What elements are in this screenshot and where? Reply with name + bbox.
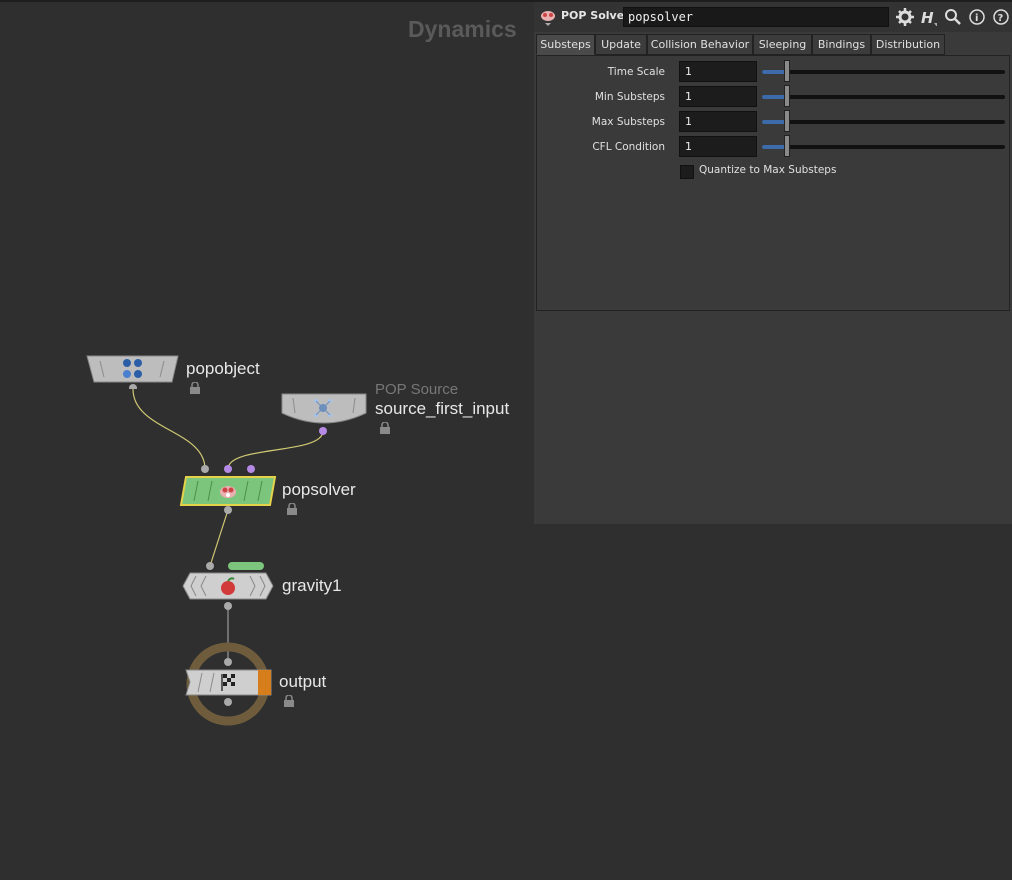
tab-distribution[interactable]: Distribution xyxy=(871,34,945,55)
cfl-condition-field[interactable]: 1 xyxy=(679,136,757,157)
min-substeps-slider-handle[interactable] xyxy=(784,85,790,107)
operator-type-label: POP Solver xyxy=(561,9,630,22)
time-scale-field[interactable]: 1 xyxy=(679,61,757,82)
tab-substeps[interactable]: Substeps xyxy=(536,34,595,55)
node-popobject[interactable] xyxy=(86,355,180,392)
lock-icon[interactable] xyxy=(379,422,391,434)
info-icon[interactable]: i xyxy=(968,8,986,26)
node-output[interactable] xyxy=(182,638,274,730)
time-scale-slider[interactable] xyxy=(762,60,1005,82)
lock-icon[interactable] xyxy=(286,503,298,515)
lock-icon[interactable] xyxy=(189,382,201,394)
particles-icon xyxy=(123,359,142,378)
tab-sleeping[interactable]: Sleeping xyxy=(753,34,812,55)
pop-solver-icon[interactable] xyxy=(539,8,557,28)
max-substeps-field[interactable]: 1 xyxy=(679,111,757,132)
max-substeps-slider-handle[interactable] xyxy=(784,110,790,132)
svg-text:i: i xyxy=(975,13,978,24)
node-source-first-input[interactable] xyxy=(279,393,369,435)
parameter-panel-header: POP Solver popsolver H i ? xyxy=(534,2,1012,32)
cfl-condition-label: CFL Condition xyxy=(592,141,665,153)
min-substeps-field[interactable]: 1 xyxy=(679,86,757,107)
node-label-output: output xyxy=(279,672,327,691)
parameter-panel: POP Solver popsolver H i ? Substeps Upda… xyxy=(534,2,1012,524)
checkered-flag-icon xyxy=(221,674,235,691)
node-label-popobject: popobject xyxy=(186,359,260,378)
node-label-source-first-input: source_first_input xyxy=(375,399,510,418)
svg-text:H: H xyxy=(921,9,934,26)
cfl-condition-slider[interactable] xyxy=(762,135,1005,157)
search-icon[interactable] xyxy=(944,8,962,26)
help-icon[interactable]: ? xyxy=(992,8,1010,26)
gear-icon[interactable] xyxy=(896,8,914,26)
max-substeps-slider[interactable] xyxy=(762,110,1005,132)
time-scale-slider-handle[interactable] xyxy=(784,60,790,82)
substeps-tab-page: Time Scale 1 Min Substeps 1 Max Substeps… xyxy=(536,55,1010,311)
tab-update[interactable]: Update xyxy=(595,34,647,55)
tab-collision-behavior[interactable]: Collision Behavior xyxy=(647,34,753,55)
time-scale-label: Time Scale xyxy=(607,66,665,78)
node-label-gravity1: gravity1 xyxy=(282,576,342,595)
min-substeps-slider-fill xyxy=(762,95,786,99)
node-type-label-popsource: POP Source xyxy=(375,381,459,398)
emitter-icon xyxy=(314,399,332,417)
node-popsolver[interactable] xyxy=(178,464,278,514)
node-gravity1[interactable] xyxy=(180,560,276,610)
min-substeps-slider[interactable] xyxy=(762,85,1005,107)
svg-text:?: ? xyxy=(998,13,1004,24)
lock-icon[interactable] xyxy=(283,695,295,707)
max-substeps-label: Max Substeps xyxy=(591,116,665,128)
cfl-condition-slider-fill xyxy=(762,145,786,149)
gravity-apple-icon xyxy=(221,577,235,595)
cfl-condition-slider-handle[interactable] xyxy=(784,135,790,157)
wire-popsolver-to-gravity xyxy=(209,509,229,567)
quantize-checkbox-label: Quantize to Max Substeps xyxy=(699,164,837,176)
min-substeps-label: Min Substeps xyxy=(594,91,665,103)
tab-bindings[interactable]: Bindings xyxy=(812,34,871,55)
houdini-help-icon[interactable]: H xyxy=(919,8,937,26)
node-name-input[interactable]: popsolver xyxy=(623,7,889,27)
pop-solver-icon xyxy=(220,486,236,498)
node-label-popsolver: popsolver xyxy=(282,480,356,499)
max-substeps-slider-fill xyxy=(762,120,786,124)
time-scale-slider-fill xyxy=(762,70,786,74)
quantize-checkbox[interactable] xyxy=(680,165,694,179)
wire-popobject-to-popsolver xyxy=(132,388,206,470)
